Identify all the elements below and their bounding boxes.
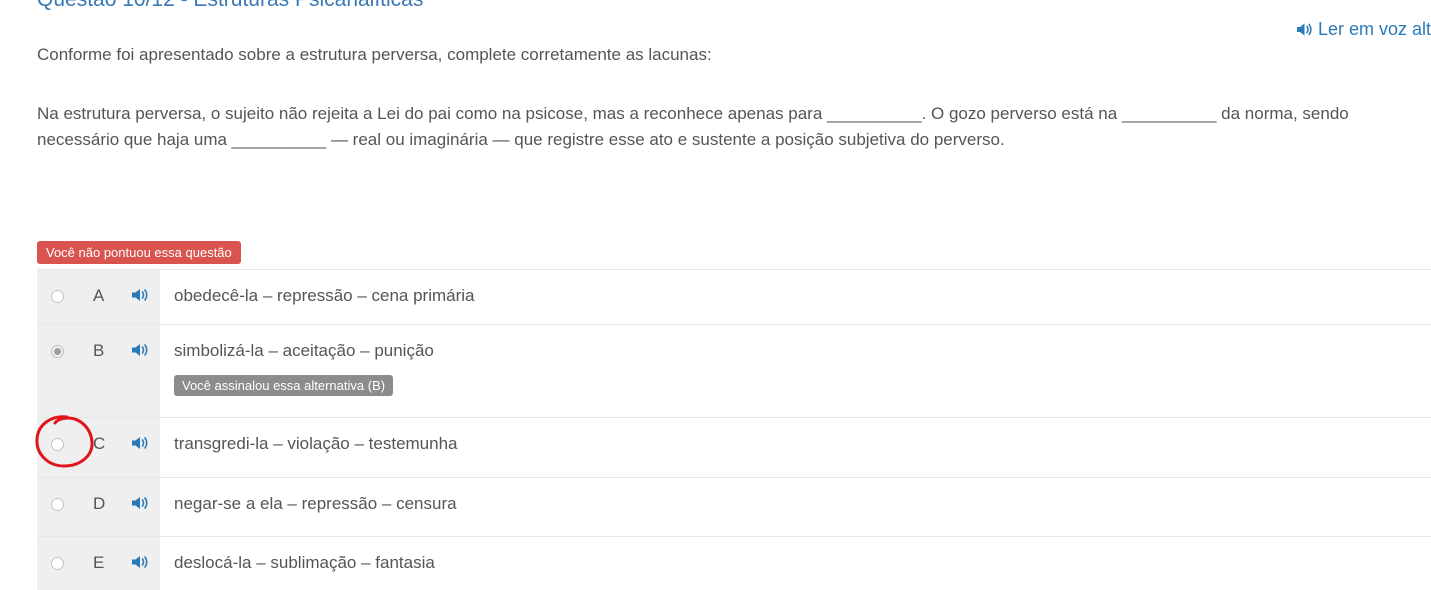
question-page: Questão 10/12 - Estruturas Psicanalítica…	[0, 0, 1431, 590]
prompt-line-1: Na estrutura perversa, o sujeito não rej…	[37, 104, 1349, 123]
prompt-line-2: necessário que haja uma __________ — rea…	[37, 130, 1005, 149]
speaker-icon[interactable]	[131, 495, 150, 511]
speaker-icon[interactable]	[131, 287, 150, 303]
speaker-icon	[1297, 23, 1312, 35]
option-letter: E	[93, 553, 105, 572]
option-letter: C	[93, 434, 106, 453]
option-d[interactable]: D negar-se a ela – repressão – censura	[37, 477, 1431, 537]
option-text[interactable]: deslocá-la – sublimação – fantasia	[174, 552, 435, 574]
speaker-icon[interactable]	[131, 435, 150, 451]
option-e[interactable]: E deslocá-la – sublimação – fantasia	[37, 536, 1431, 590]
question-title: Questão 10/12 - Estruturas Psicanalítica…	[37, 0, 423, 12]
option-letter: D	[93, 494, 106, 513]
option-text[interactable]: transgredi-la – violação – testemunha	[174, 433, 458, 455]
option-text[interactable]: simbolizá-la – aceitação – punição	[174, 340, 434, 362]
radio-c[interactable]	[51, 438, 64, 451]
radio-a[interactable]	[51, 290, 64, 303]
option-letter: A	[93, 286, 105, 305]
read-aloud-label[interactable]: Ler em voz alta	[1318, 18, 1431, 40]
option-a[interactable]: A obedecê-la – repressão – cena primária	[37, 269, 1431, 325]
result-badge: Você não pontuou essa questão	[37, 241, 241, 264]
question-intro: Conforme foi apresentado sobre a estrutu…	[37, 45, 712, 64]
radio-e[interactable]	[51, 557, 64, 570]
radio-b-selected[interactable]	[51, 345, 64, 358]
option-b[interactable]: B simbolizá-la – aceitação – punição Voc…	[37, 324, 1431, 418]
question-prompt: Na estrutura perversa, o sujeito não rej…	[37, 101, 1431, 153]
speaker-icon[interactable]	[131, 342, 150, 358]
option-c[interactable]: C transgredi-la – violação – testemunha	[37, 417, 1431, 478]
speaker-icon[interactable]	[131, 554, 150, 570]
radio-d[interactable]	[51, 498, 64, 511]
option-text[interactable]: negar-se a ela – repressão – censura	[174, 493, 457, 515]
chosen-alternative-badge: Você assinalou essa alternativa (B)	[174, 375, 394, 396]
option-gutter	[37, 325, 160, 418]
option-text[interactable]: obedecê-la – repressão – cena primária	[174, 285, 475, 307]
option-letter: B	[93, 341, 105, 360]
read-aloud-link[interactable]: Ler em voz alta	[1296, 18, 1431, 40]
